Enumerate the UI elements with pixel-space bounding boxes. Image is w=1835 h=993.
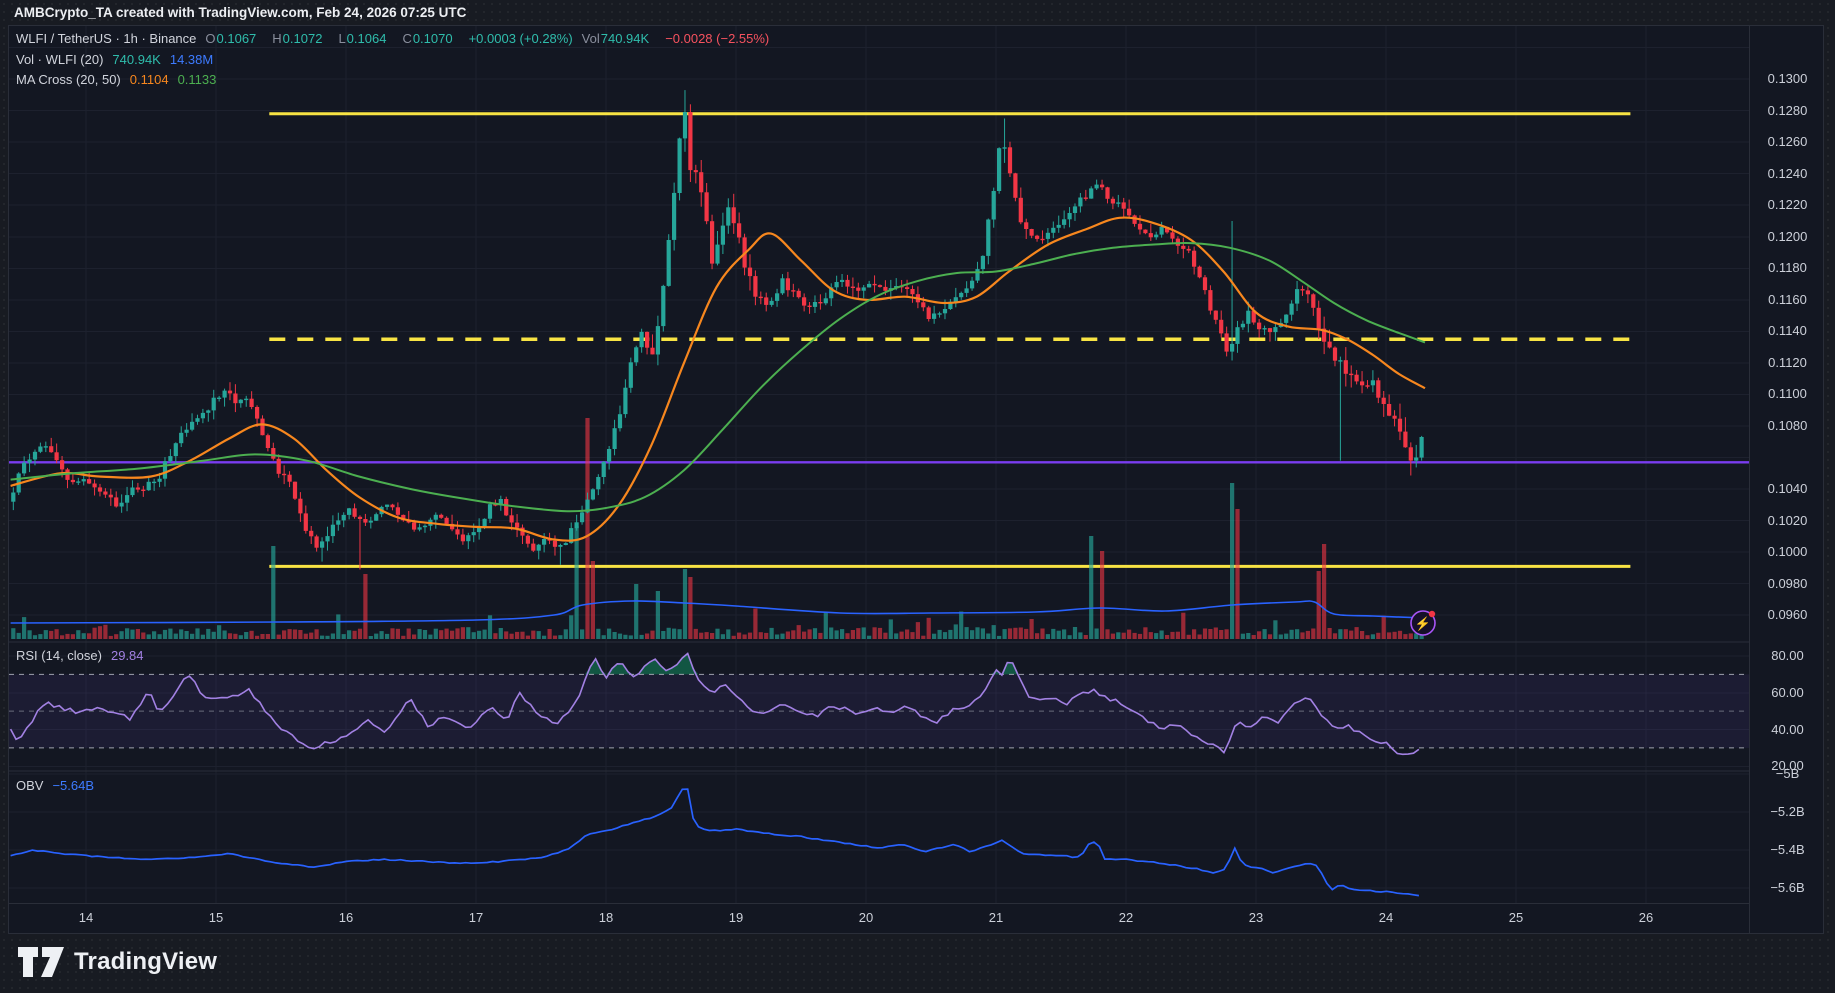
symbol-title: WLFI / TetherUS · 1h · Binance [16, 31, 196, 46]
obv-legend[interactable]: OBV −5.64B [16, 776, 103, 796]
open-value: 0.1067 [217, 31, 257, 46]
rsi-tick: 60.00 [1750, 684, 1825, 702]
rsi-value: 29.84 [111, 648, 144, 663]
price-tick: 0.1100 [1750, 385, 1825, 403]
tradingview-logo-text: TradingView [74, 948, 217, 976]
volume-indicator-title: Vol · WLFI (20) [16, 52, 103, 67]
chart-frame: ⚡ WLFI / TetherUS · 1h · Binance O0.1067 H… [8, 25, 1824, 934]
volume-indicator-value: 740.94K [112, 52, 160, 67]
obv-tick: −5.4B [1750, 841, 1825, 859]
price-tick: 0.0980 [1750, 575, 1825, 593]
time-tick: 20 [846, 910, 886, 925]
price-tick: 0.1020 [1750, 512, 1825, 530]
ma-cross-title: MA Cross (20, 50) [16, 72, 121, 87]
high-value: 0.1072 [283, 31, 323, 46]
volume-ma-value: 14.38M [170, 52, 213, 67]
price-tick: 0.1120 [1750, 354, 1825, 372]
price-tick: 0.1200 [1750, 228, 1825, 246]
time-tick: 21 [976, 910, 1016, 925]
price-tick: 0.1140 [1750, 322, 1825, 340]
time-tick: 24 [1366, 910, 1406, 925]
time-tick: 16 [326, 910, 366, 925]
price-tick: 0.1240 [1750, 165, 1825, 183]
ma50-value: 0.1133 [178, 72, 217, 87]
time-tick: 15 [196, 910, 236, 925]
time-tick: 26 [1626, 910, 1666, 925]
price-tick: 0.1160 [1750, 291, 1825, 309]
rsi-tick: 40.00 [1750, 721, 1825, 739]
obv-line [11, 789, 1419, 896]
bolt-badge-icon[interactable]: ⚡ [1411, 611, 1435, 635]
close-value: 0.1070 [413, 31, 453, 46]
main-series-legend[interactable]: WLFI / TetherUS · 1h · BinanceO0.1067H0.… [16, 29, 778, 49]
price-tick: 0.1180 [1750, 259, 1825, 277]
volume-label: Vol [582, 31, 600, 46]
price-tick: 0.1280 [1750, 102, 1825, 120]
price-tick: 0.1260 [1750, 133, 1825, 151]
ma-cross-legend[interactable]: MA Cross (20, 50) 0.1104 0.1133 [16, 70, 225, 90]
tradingview-snapshot: AMBCrypto_TA created with TradingView.co… [0, 0, 1835, 993]
time-tick: 18 [586, 910, 626, 925]
price-tick: 0.0960 [1750, 606, 1825, 624]
time-tick: 25 [1496, 910, 1536, 925]
rsi-legend[interactable]: RSI (14, close) 29.84 [16, 646, 153, 666]
obv-value: −5.64B [52, 778, 94, 793]
time-tick: 17 [456, 910, 496, 925]
rsi-title: RSI (14, close) [16, 648, 102, 663]
price-tick: 0.1220 [1750, 196, 1825, 214]
price-axis[interactable]: USDT 0.1070 34:18 0.13000.12800.12600.12… [1749, 26, 1825, 933]
price-tick: 0.1040 [1750, 480, 1825, 498]
svg-text:⚡: ⚡ [1415, 616, 1431, 632]
obv-tick: −5.2B [1750, 803, 1825, 821]
time-tick: 22 [1106, 910, 1146, 925]
volume-indicator-legend[interactable]: Vol · WLFI (20) 740.94K 14.38M [16, 50, 222, 70]
tradingview-logo-icon [18, 947, 64, 977]
change-value: +0.0003 (+0.28%) [469, 31, 573, 46]
obv-tick: −5B [1750, 765, 1825, 783]
price-levels-layer [9, 114, 1749, 567]
ma20-line [11, 218, 1425, 541]
attribution-bar: AMBCrypto_TA created with TradingView.co… [14, 3, 466, 23]
volume-change-value: −0.0028 (−2.55%) [665, 31, 769, 46]
price-tick: 0.1080 [1750, 417, 1825, 435]
obv-title: OBV [16, 778, 43, 793]
time-tick: 19 [716, 910, 756, 925]
obv-tick: −5.6B [1750, 879, 1825, 897]
volume-layer [11, 418, 1424, 639]
volume-value: 740.94K [601, 31, 649, 46]
open-label: O [205, 31, 215, 46]
volume-ma-line [11, 601, 1425, 623]
low-value: 0.1064 [347, 31, 387, 46]
chart-canvas: ⚡ [9, 26, 1749, 903]
close-label: C [402, 31, 411, 46]
ma20-value: 0.1104 [130, 72, 169, 87]
rsi-overbought-fill [11, 654, 1419, 675]
time-axis[interactable]: 14 15 16 17 18 19 20 21 22 23 24 25 26 [9, 903, 1749, 934]
tradingview-watermark[interactable]: TradingView [18, 947, 217, 977]
low-label: L [338, 31, 345, 46]
rsi-tick: 80.00 [1750, 647, 1825, 665]
candles-layer [11, 90, 1424, 569]
time-tick: 14 [66, 910, 106, 925]
price-tick: 0.1300 [1750, 70, 1825, 88]
high-label: H [272, 31, 281, 46]
price-tick: 0.1000 [1750, 543, 1825, 561]
chart-plot-area[interactable]: ⚡ WLFI / TetherUS · 1h · Binance O0.1067 H… [9, 26, 1749, 903]
time-tick: 23 [1236, 910, 1276, 925]
